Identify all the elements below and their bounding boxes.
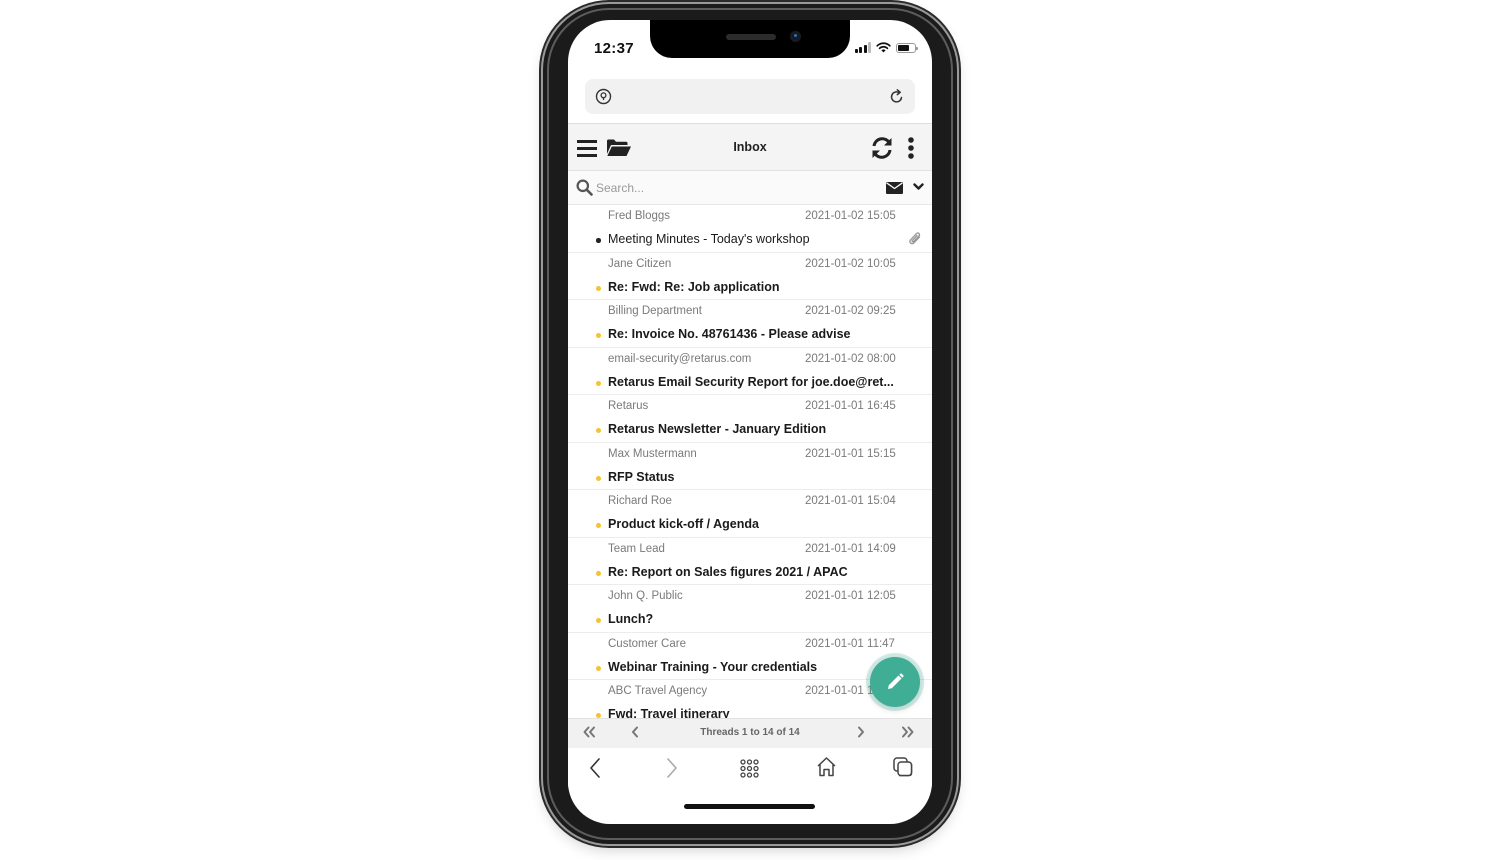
pencil-icon: [888, 673, 904, 689]
message-sender: Richard Roe: [608, 495, 672, 507]
double-chevron-right-icon[interactable]: [901, 726, 915, 738]
reload-icon[interactable]: [889, 88, 905, 105]
message-sender: Team Lead: [608, 542, 665, 555]
attachment-icon: [909, 232, 921, 245]
message-date: 2021-01-02 09:25: [805, 305, 896, 317]
wifi-icon: [876, 42, 891, 53]
unread-indicator: [596, 475, 601, 481]
message-subject: Product kick-off / Agenda: [608, 517, 759, 531]
message-sender: Fred Bloggs: [608, 210, 671, 222]
compose-button[interactable]: [870, 657, 920, 707]
camera: [790, 31, 801, 42]
message-date: 2021-01-01 14:09: [805, 542, 896, 555]
more-vertical-icon[interactable]: [908, 137, 914, 159]
home-icon[interactable]: [816, 756, 837, 777]
mail-app: Inbox Search... Fred Bloggs 2021-01-02 1…: [568, 123, 932, 748]
unread-indicator: [596, 523, 601, 528]
message-sender: ABC Travel Agency: [608, 685, 708, 697]
read-indicator: [596, 238, 601, 243]
notch: [650, 20, 850, 58]
message-list: Fred Bloggs 2021-01-02 15:05 Meeting Minut…: [568, 205, 932, 718]
unread-indicator: [596, 380, 601, 386]
app-toolbar: Inbox: [568, 123, 932, 171]
message-date: 2021-01-01 11:47: [805, 637, 895, 650]
chevron-right-icon[interactable]: [857, 726, 865, 738]
unread-indicator: [596, 570, 601, 576]
apps-grid-icon[interactable]: [740, 759, 759, 778]
status-time: 12:37: [594, 40, 634, 57]
message-subject: Re: Report on Sales figures 2021 / APAC: [608, 564, 848, 579]
browser-bottom-bar: [568, 749, 932, 789]
message-subject: Fwd: Travel itinerary: [608, 707, 730, 718]
message-subject: Retarus Newsletter - January Edition: [608, 422, 827, 436]
unread-indicator: [596, 285, 601, 291]
message-sender: email-security@retarus.com: [608, 352, 752, 365]
forward-icon[interactable]: [665, 757, 679, 779]
status-icons: [854, 42, 918, 53]
message-sender: John Q. Public: [608, 590, 683, 602]
unread-indicator: [596, 618, 601, 623]
power-button: [957, 196, 961, 292]
message-subject: Webinar Training - Your credentials: [608, 659, 818, 674]
battery-icon: [896, 42, 918, 53]
message-row[interactable]: Team Lead 2021-01-01 14:09 Re: Report on S…: [568, 537, 932, 585]
message-sender: Billing Department: [608, 305, 702, 317]
unread-indicator: [596, 665, 601, 671]
message-row[interactable]: Richard Roe 2021-01-01 15:04 Product kick-…: [568, 490, 932, 538]
message-row[interactable]: Max Mustermann 2021-01-01 15:15 RFP Status: [568, 442, 932, 490]
message-date: 2021-01-02 15:05: [805, 210, 896, 222]
message-row[interactable]: Billing Department 2021-01-02 09:25 Re: In…: [568, 300, 932, 348]
back-icon[interactable]: [588, 757, 602, 779]
tabs-icon[interactable]: [893, 757, 913, 777]
message-subject: Meeting Minutes - Today's workshop: [608, 232, 810, 246]
message-subject: Retarus Email Security Report for joe.do…: [608, 374, 894, 389]
message-row[interactable]: Fred Bloggs 2021-01-02 15:05 Meeting Minut…: [568, 205, 932, 253]
message-sender: Max Mustermann: [608, 447, 697, 460]
message-row[interactable]: John Q. Public 2021-01-01 12:05 Lunch?: [568, 585, 932, 633]
sync-icon[interactable]: [870, 136, 894, 160]
message-row[interactable]: Jane Citizen 2021-01-02 10:05 Re: Fwd: Re:…: [568, 252, 932, 300]
unread-indicator: [596, 333, 601, 338]
location-pin-icon[interactable]: [595, 88, 612, 105]
speaker: [726, 34, 776, 40]
message-date: 2021-01-02 08:00: [805, 352, 896, 365]
message-subject: Re: Invoice No. 48761436 - Please advise: [608, 327, 851, 341]
message-date: 2021-01-01 16:45: [805, 400, 896, 412]
pagination-text: Threads 1 to 14 of 14: [700, 727, 800, 738]
signal-icon: [854, 42, 871, 53]
browser-url-bar[interactable]: [585, 79, 915, 114]
unread-indicator: [596, 428, 601, 433]
message-date: 2021-01-01 15:04: [805, 495, 896, 507]
message-date: 2021-01-02 10:05: [805, 257, 896, 270]
message-sender: Jane Citizen: [608, 257, 672, 270]
home-indicator[interactable]: [684, 804, 815, 809]
message-sender: Customer Care: [608, 637, 686, 650]
envelope-icon[interactable]: [886, 182, 903, 194]
message-row[interactable]: Retarus 2021-01-01 16:45 Retarus Newslette…: [568, 395, 932, 443]
message-sender: Retarus: [608, 400, 649, 412]
message-row[interactable]: email-security@retarus.com 2021-01-02 08:…: [568, 347, 932, 395]
search-icon: [576, 179, 593, 196]
message-date: 2021-01-01 1: [805, 685, 874, 697]
phone-screen: 12:37 Inbox Search... Fred Bloggs 2021-0…: [568, 20, 932, 824]
message-date: 2021-01-01 12:05: [805, 590, 896, 602]
search-bar: [568, 171, 932, 205]
message-subject: Lunch?: [608, 612, 654, 626]
message-date: 2021-01-01 15:15: [805, 447, 896, 460]
message-subject: RFP Status: [608, 469, 675, 484]
chevron-down-icon[interactable]: [913, 183, 924, 191]
pagination-bar: Threads 1 to 14 of 14: [568, 718, 932, 748]
search-input[interactable]: [596, 177, 876, 199]
message-subject: Re: Fwd: Re: Job application: [608, 279, 780, 294]
device-mockup: 12:37 Inbox Search... Fred Bloggs 2021-0…: [0, 0, 1500, 860]
